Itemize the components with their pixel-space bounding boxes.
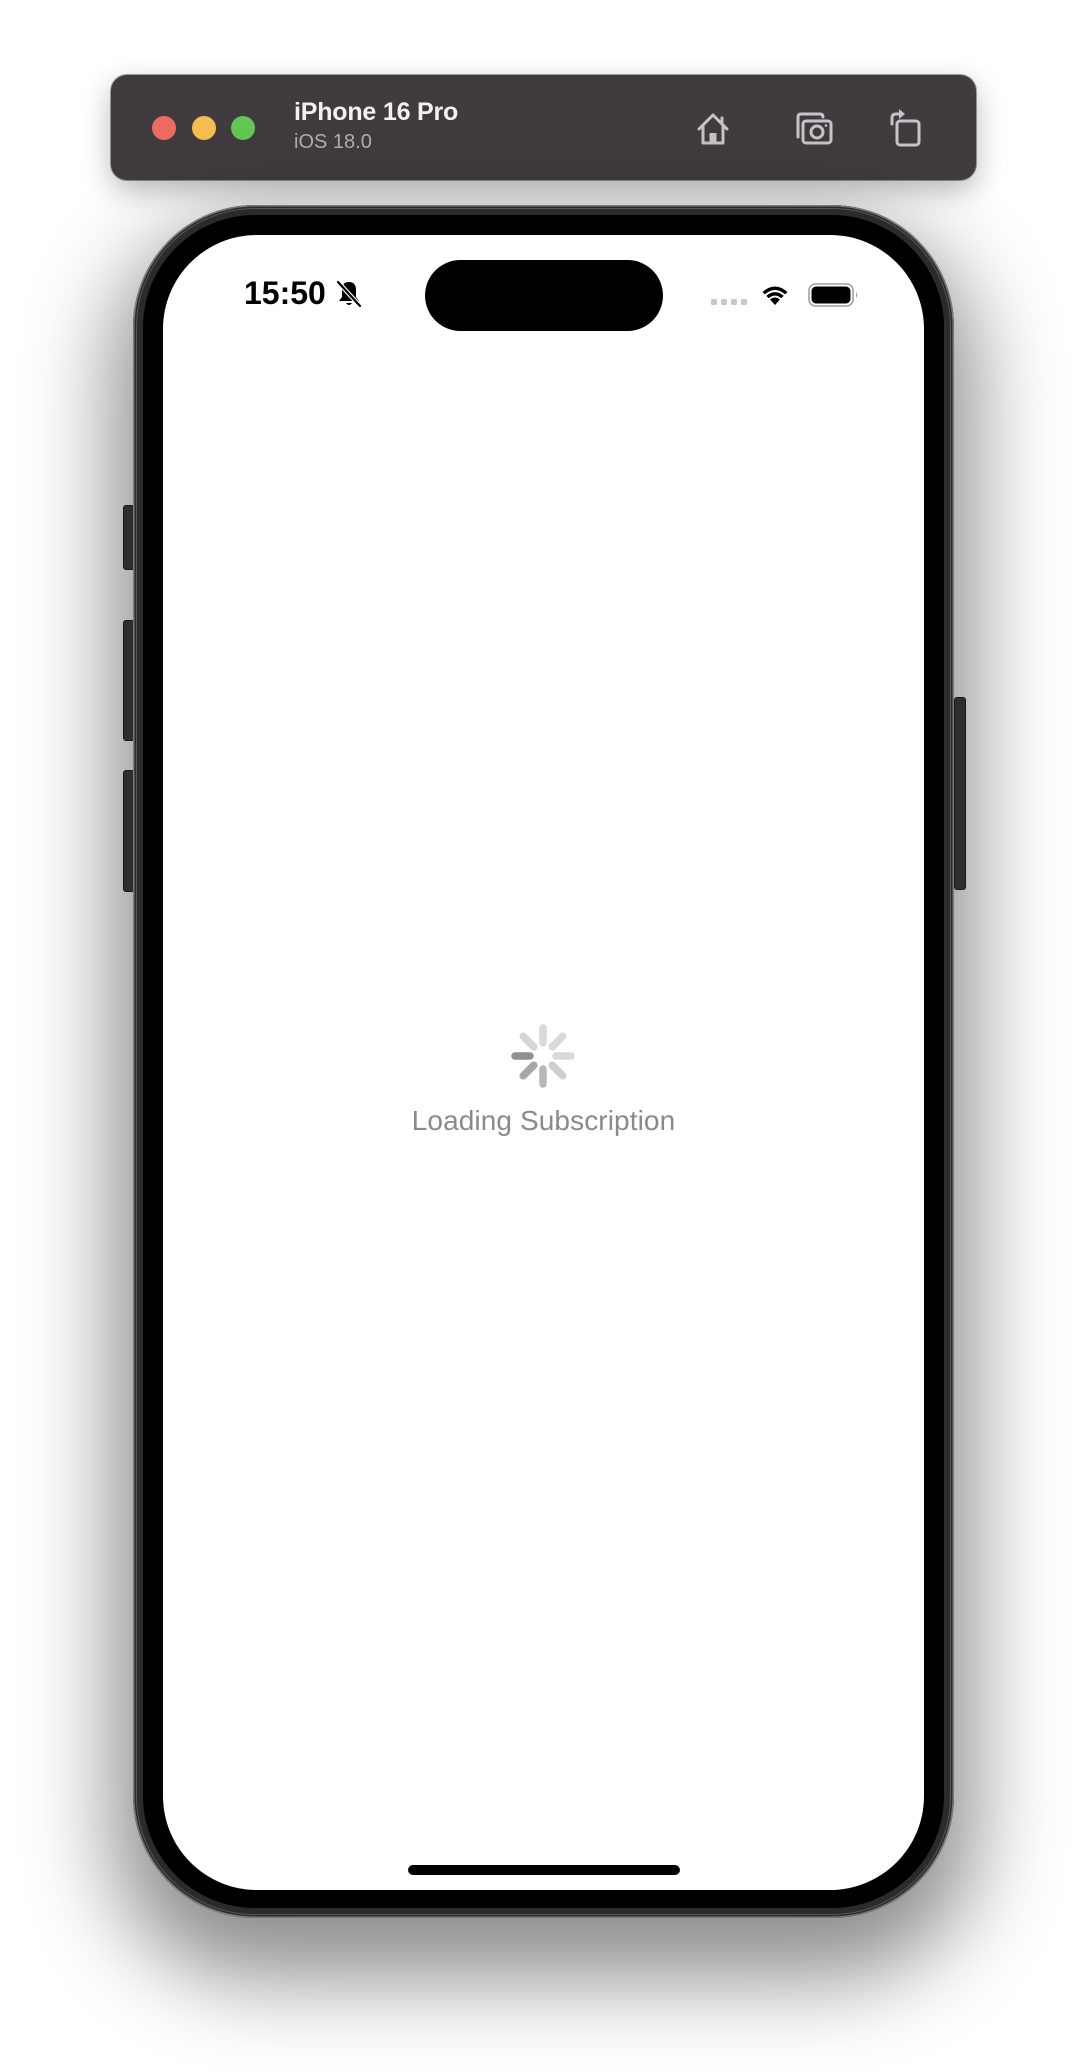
os-version: iOS 18.0 bbox=[294, 131, 372, 153]
loading-label: Loading Subscription bbox=[411, 1105, 676, 1136]
home-button[interactable] bbox=[690, 105, 736, 151]
device-name: iPhone 16 Pro bbox=[294, 98, 459, 126]
device-screen: 15:50 Loading Subscription bbox=[163, 235, 924, 1890]
home-indicator[interactable] bbox=[408, 1865, 680, 1875]
loading-spinner bbox=[511, 1024, 575, 1088]
home-icon bbox=[697, 113, 729, 145]
spinner-spoke bbox=[548, 1032, 567, 1051]
close-window-button[interactable] bbox=[152, 116, 176, 140]
spinner-spoke bbox=[519, 1032, 538, 1051]
rotate-icon bbox=[890, 109, 921, 147]
battery-icon bbox=[808, 283, 858, 307]
bell-slash-icon bbox=[336, 280, 362, 308]
spinner-spoke bbox=[519, 1061, 538, 1080]
dynamic-island bbox=[425, 260, 663, 331]
wifi-icon bbox=[762, 286, 788, 305]
screenshot-icon bbox=[796, 112, 833, 145]
rotate-button[interactable] bbox=[880, 105, 926, 151]
minimize-window-button[interactable] bbox=[192, 116, 216, 140]
signal-icon bbox=[711, 299, 747, 305]
status-time: 15:50 bbox=[244, 275, 326, 311]
screenshot-button[interactable] bbox=[790, 105, 836, 151]
side-power-button[interactable] bbox=[954, 697, 966, 890]
zoom-window-button[interactable] bbox=[231, 116, 255, 140]
spinner-spoke bbox=[548, 1061, 567, 1080]
simulator-title-bar: iPhone 16 Pro iOS 18.0 bbox=[111, 75, 976, 180]
